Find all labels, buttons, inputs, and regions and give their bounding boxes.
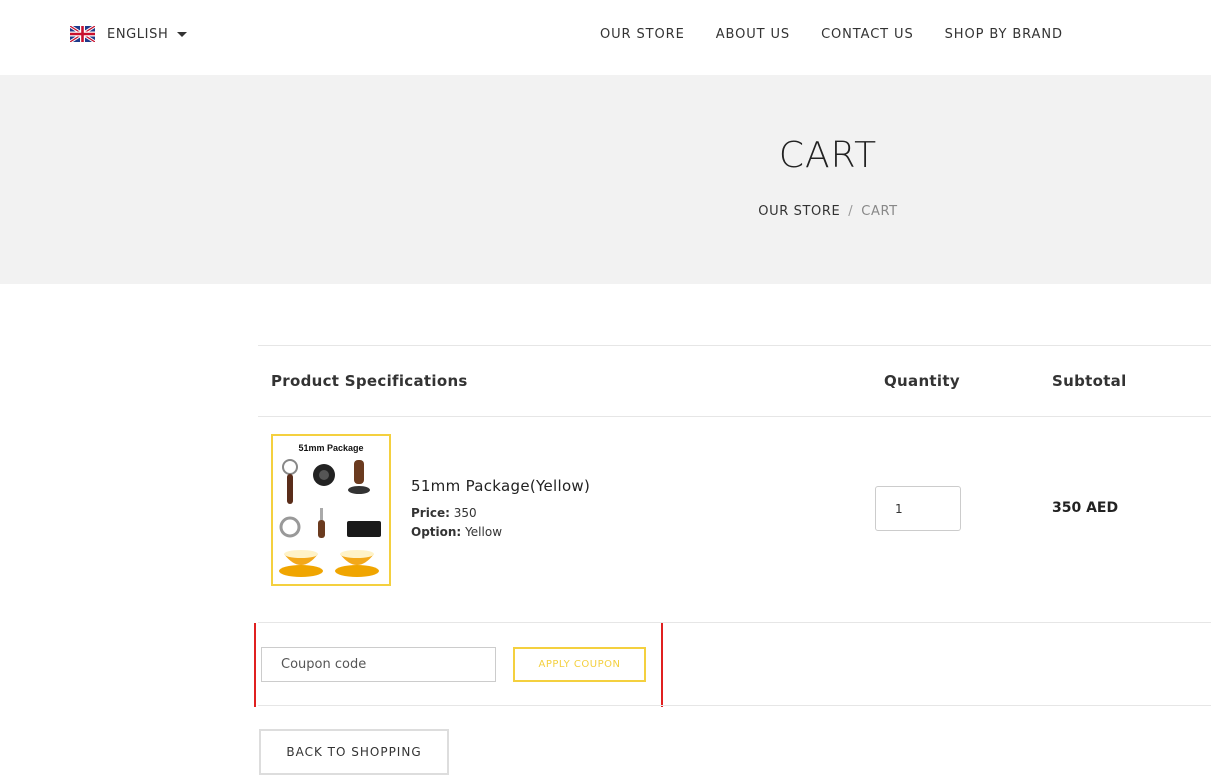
quantity-input[interactable] — [875, 486, 961, 531]
breadcrumb: OUR STORE / CART — [728, 204, 928, 219]
header-subtotal: Subtotal — [1052, 372, 1127, 390]
coupon-code-input[interactable] — [261, 647, 496, 682]
nav-shop-by-brand[interactable]: SHOP BY BRAND — [945, 27, 1063, 42]
option-label: Option: — [411, 525, 462, 539]
apply-coupon-button[interactable]: APPLY COUPON — [513, 647, 646, 682]
coupon-section: APPLY COUPON — [254, 623, 663, 707]
product-price: Price: 350 — [411, 506, 477, 520]
page-hero: CART OUR STORE / CART — [0, 75, 1211, 284]
breadcrumb-current: CART — [861, 204, 898, 219]
option-value: Yellow — [465, 525, 503, 539]
product-image[interactable]: 51mm Package — [271, 434, 391, 586]
main-nav: OUR STORE ABOUT US CONTACT US SHOP BY BR… — [600, 27, 1094, 42]
header-product: Product Specifications — [271, 372, 468, 390]
product-option: Option: Yellow — [411, 525, 502, 539]
language-selector[interactable]: ENGLISH — [70, 26, 188, 42]
price-value: 350 — [453, 506, 477, 520]
nav-about-us[interactable]: ABOUT US — [716, 27, 790, 42]
row-subtotal: 350 AED — [1052, 500, 1119, 516]
image-title: 51mm Package — [298, 443, 363, 453]
top-bar: ENGLISH OUR STORE ABOUT US CONTACT US SH… — [0, 0, 1211, 75]
header-divider — [258, 416, 1211, 417]
back-to-shopping-button[interactable]: BACK TO SHOPPING — [259, 729, 449, 775]
table-top-divider — [258, 345, 1211, 346]
price-label: Price: — [411, 506, 450, 520]
product-name[interactable]: 51mm Package(Yellow) — [411, 477, 590, 495]
coupon-divider — [258, 705, 1211, 706]
language-label: ENGLISH — [107, 26, 169, 42]
breadcrumb-home[interactable]: OUR STORE — [758, 204, 840, 219]
product-package-illustration: 51mm Package — [279, 443, 381, 577]
nav-our-store[interactable]: OUR STORE — [600, 27, 685, 42]
nav-contact-us[interactable]: CONTACT US — [821, 27, 914, 42]
uk-flag-icon — [70, 26, 95, 42]
breadcrumb-separator: / — [848, 204, 854, 219]
header-quantity: Quantity — [884, 372, 960, 390]
caret-down-icon — [177, 31, 188, 37]
page-title: CART — [778, 135, 878, 176]
